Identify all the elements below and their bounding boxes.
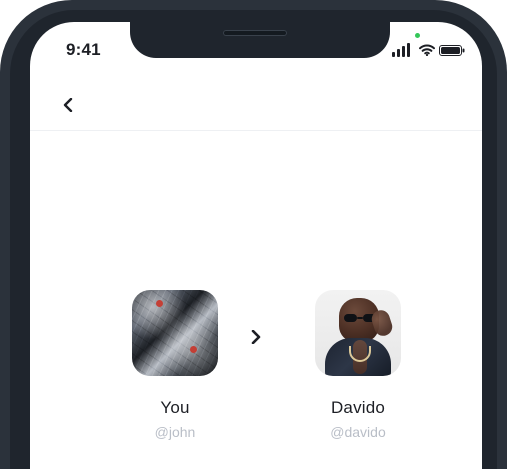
recipient-name: Davido <box>330 398 386 417</box>
sender-handle: @john <box>154 424 196 440</box>
recipient-card: Davido @davido <box>298 290 418 440</box>
status-time: 9:41 <box>66 40 101 59</box>
sender-avatar <box>132 290 218 376</box>
sender-avatar-red-mark <box>190 346 197 353</box>
camera-indicator-dot <box>415 33 420 38</box>
phone-screen: 9:41 You @john Davido @davido <box>30 22 482 469</box>
sender-avatar-texture <box>132 290 218 376</box>
transfer-direction <box>250 329 262 345</box>
sender-avatar-red-mark <box>156 300 163 307</box>
battery-icon <box>439 45 465 56</box>
transfer-summary: You @john Davido @davido <box>30 282 482 462</box>
chevron-right-icon <box>251 329 261 345</box>
cellular-signal-icon <box>392 43 410 57</box>
status-icons <box>384 33 465 59</box>
recipient-handle: @davido <box>330 424 386 440</box>
phone-frame: 9:41 You @john Davido @davido <box>0 0 507 469</box>
back-button[interactable] <box>54 91 82 119</box>
status-bar: 9:41 <box>30 22 482 70</box>
wifi-icon <box>419 44 435 56</box>
sender-card: You @john <box>115 290 235 440</box>
sender-name: You <box>160 398 190 417</box>
chevron-left-icon <box>63 98 73 112</box>
recipient-avatar <box>315 290 401 376</box>
header-bar <box>30 82 482 131</box>
